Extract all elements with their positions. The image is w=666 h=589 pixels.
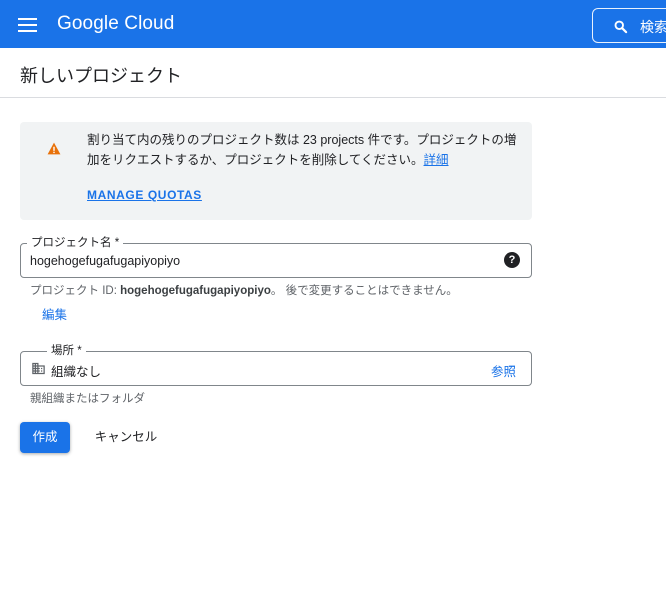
project-name-input[interactable] — [30, 251, 500, 271]
location-hint: 親組織またはフォルダ — [30, 393, 145, 405]
building-icon — [32, 362, 45, 375]
quota-notice: 割り当て内の残りのプロジェクト数は 23 projects 件です。プロジェクト… — [20, 122, 532, 220]
location-field[interactable]: 場所 * 組織なし 参照 — [20, 342, 532, 386]
top-app-bar: Google Cloud 検索 — [0, 0, 666, 48]
menu-icon[interactable] — [14, 12, 42, 38]
quota-message: 割り当て内の残りのプロジェクト数は 23 projects 件です。プロジェクト… — [87, 130, 519, 170]
page-header: 新しいプロジェクト — [0, 48, 666, 98]
quota-message-text: 割り当て内の残りのプロジェクト数は 23 projects 件です。プロジェクト… — [87, 133, 517, 167]
edit-project-id-link[interactable]: 編集 — [42, 304, 67, 323]
project-id-suffix: 。 後で変更することはできません。 — [270, 285, 458, 297]
browse-location-link[interactable]: 参照 — [491, 361, 516, 380]
search-icon — [614, 20, 628, 34]
create-button[interactable]: 作成 — [20, 422, 70, 453]
page-title: 新しいプロジェクト — [20, 66, 182, 86]
project-id-prefix: プロジェクト ID: — [30, 285, 117, 297]
warning-icon — [47, 142, 61, 155]
location-value: 組織なし — [51, 365, 102, 379]
search-placeholder: 検索 — [640, 19, 666, 35]
project-id-value: hogehogefugafugapiyopiyo — [120, 285, 271, 297]
project-name-label: プロジェクト名 * — [27, 234, 124, 250]
location-label: 場所 * — [47, 342, 86, 358]
details-link[interactable]: 詳細 — [424, 153, 449, 167]
manage-quotas-link[interactable]: MANAGE QUOTAS — [87, 188, 202, 202]
project-id-hint: プロジェクト ID: hogehogefugafugapiyopiyo。 後で変… — [30, 282, 458, 298]
search-bar[interactable]: 検索 — [592, 8, 666, 43]
google-cloud-logo[interactable]: Google Cloud — [57, 13, 174, 35]
project-name-field[interactable]: プロジェクト名 * ? — [20, 234, 532, 278]
cancel-button[interactable]: キャンセル — [84, 422, 168, 453]
help-icon[interactable]: ? — [504, 252, 520, 268]
